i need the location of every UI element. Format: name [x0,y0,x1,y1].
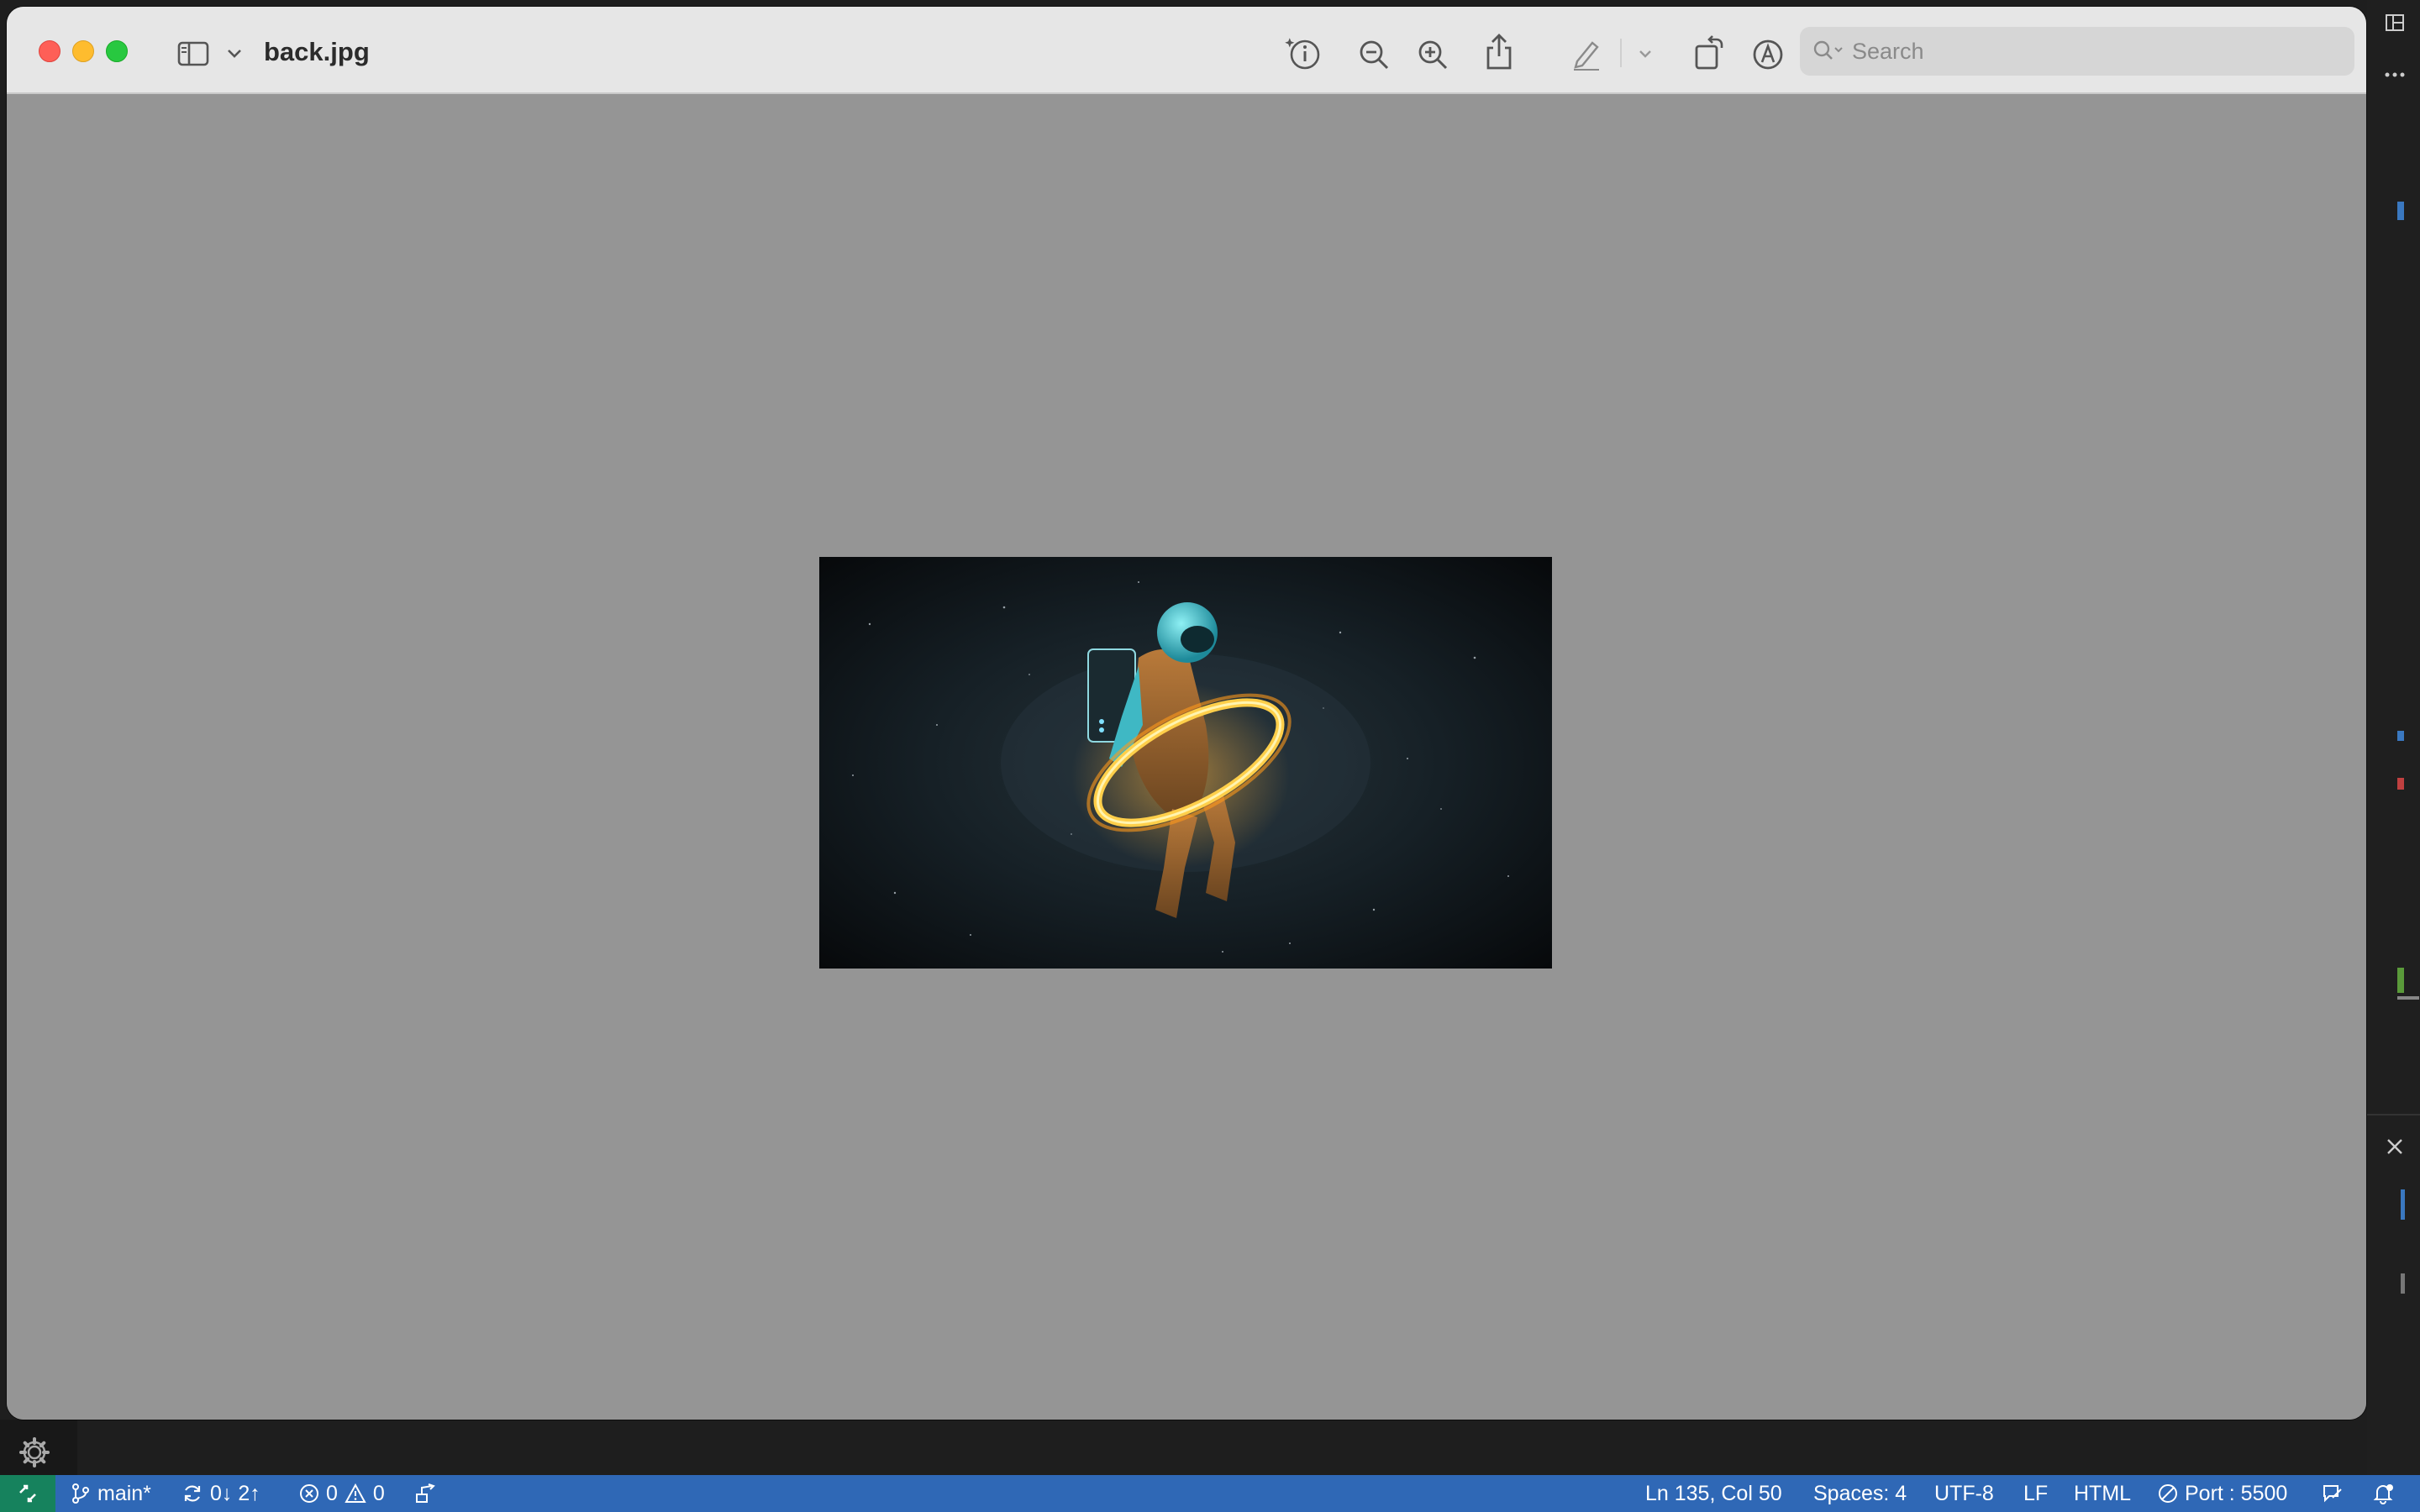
zoom-out-icon[interactable] [1356,37,1392,72]
error-count: 0 [326,1481,338,1505]
indentation-text: Spaces: 4 [1813,1481,1907,1505]
feedback-icon [2323,1485,2342,1503]
minimap-mark [2397,996,2419,1000]
eol-text: LF [2023,1481,2049,1505]
warning-icon [345,1483,366,1503]
close-window-button[interactable] [39,40,60,62]
sync-indicator[interactable]: 0↓ 2↑ [182,1475,260,1512]
status-bar: main* 0↓ 2↑ 0 0 Ln 135, Col 50 Spaces: 4… [0,1475,2420,1512]
layout-icon[interactable] [2384,12,2406,34]
cursor-position[interactable]: Ln 135, Col 50 [1645,1475,1782,1512]
search-icon [1812,39,1845,64]
remote-indicator[interactable] [0,1475,55,1512]
panel-divider [2367,1114,2420,1116]
encoding-text: UTF-8 [1934,1481,1994,1505]
minimap-mark [2397,968,2404,993]
ports-indicator[interactable] [413,1475,437,1512]
minimap-mark [2401,1189,2405,1220]
markup-pen-icon[interactable] [1570,37,1603,72]
chevron-down-icon[interactable] [225,45,244,62]
indentation[interactable]: Spaces: 4 [1813,1475,1907,1512]
rotate-icon[interactable] [1691,34,1728,72]
end-of-line[interactable]: LF [2023,1475,2048,1512]
sync-icon [184,1485,201,1502]
chevron-down-icon[interactable] [1637,47,1654,60]
branch-name: main* [97,1481,151,1505]
port-text: Port : 5500 [2185,1481,2288,1505]
preview-window: back.jpg Search [7,7,2366,1420]
astronaut-image[interactable] [819,557,1552,969]
sidebar-icon[interactable] [176,40,210,67]
notifications-button[interactable] [2371,1475,2395,1512]
minimize-window-button[interactable] [72,40,94,62]
close-icon[interactable] [2382,1134,2407,1159]
more-icon[interactable] [2382,64,2407,86]
gear-icon[interactable] [17,1435,52,1470]
language-text: HTML [2074,1481,2132,1505]
encoding[interactable]: UTF-8 [1934,1475,1994,1512]
search-field[interactable]: Search [1800,27,2354,76]
search-placeholder: Search [1852,39,1924,64]
remote-icon [19,1484,36,1503]
circle-slash-icon [2159,1484,2177,1503]
broadcast-icon [416,1483,435,1503]
error-icon [300,1484,318,1503]
minimap-mark [2397,731,2404,741]
branch-indicator[interactable]: main* [71,1475,151,1512]
toolbar-separator [1620,39,1622,67]
sync-counts: 0↓ 2↑ [210,1481,260,1505]
feedback-button[interactable] [2321,1475,2344,1512]
info-icon[interactable] [1282,35,1323,72]
image-canvas [7,94,2366,1420]
live-server-port[interactable]: Port : 5500 [2158,1475,2287,1512]
annotate-icon[interactable] [1749,37,1786,72]
titlebar: back.jpg Search [7,7,2366,94]
warning-count: 0 [372,1481,385,1505]
share-icon[interactable] [1482,32,1516,72]
zoom-in-icon[interactable] [1415,37,1450,72]
maximize-window-button[interactable] [106,40,128,62]
git-branch-icon [72,1483,89,1504]
cursor-position-text: Ln 135, Col 50 [1645,1481,1782,1505]
activity-bar-bottom [0,1420,77,1475]
minimap-mark [2397,202,2404,220]
editor-minimap-strip [2367,0,2420,1475]
problems-indicator[interactable]: 0 0 [299,1475,385,1512]
minimap-mark [2397,778,2404,790]
language-mode[interactable]: HTML [2074,1475,2131,1512]
window-title: back.jpg [264,37,370,66]
bell-icon [2373,1484,2393,1504]
minimap-mark [2401,1273,2405,1294]
